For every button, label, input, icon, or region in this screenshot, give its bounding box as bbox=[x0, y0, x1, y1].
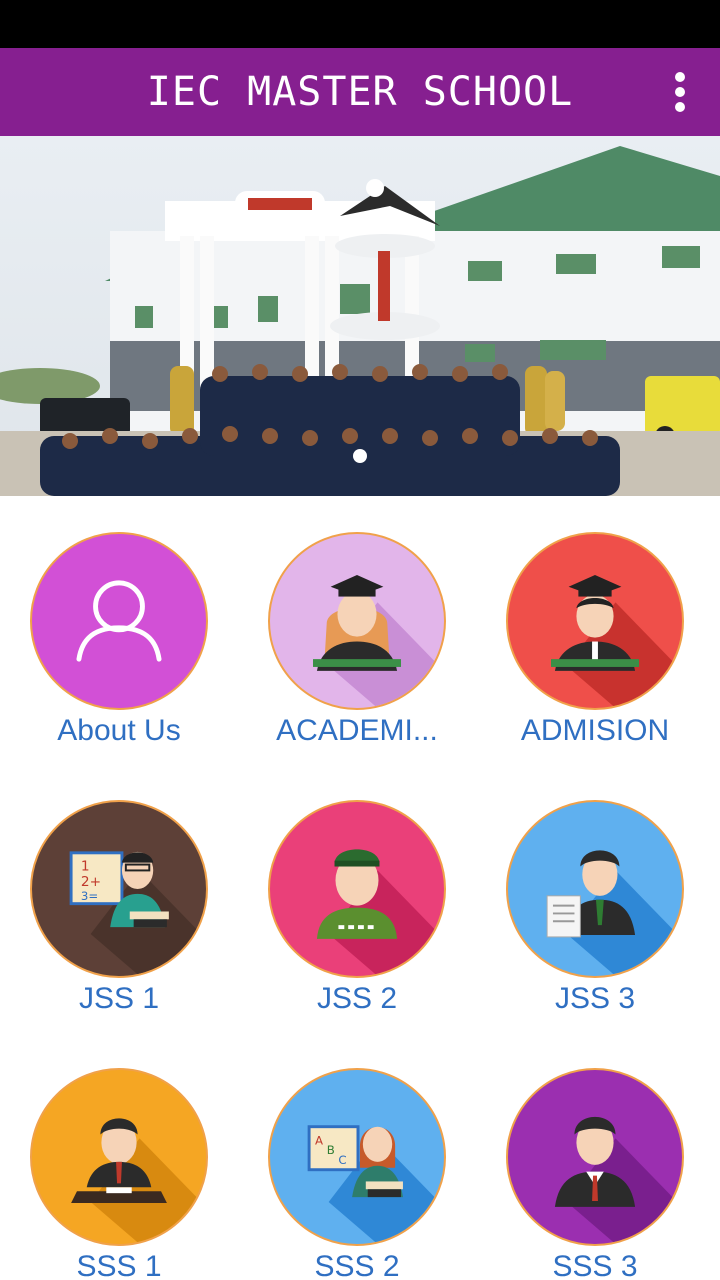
person-outline-icon bbox=[30, 532, 208, 710]
menu-item-jss-2[interactable]: JSS 2 bbox=[238, 764, 476, 1024]
menu-label: ACADEMI... bbox=[276, 714, 438, 747]
student-suit-icon bbox=[506, 1068, 684, 1246]
svg-text:1: 1 bbox=[81, 858, 90, 874]
menu-item-sss-1[interactable]: SSS 1 bbox=[0, 1032, 238, 1280]
student-desk-icon bbox=[30, 1068, 208, 1246]
banner-slider[interactable] bbox=[0, 136, 720, 496]
menu-item-admision[interactable]: ADMISION bbox=[476, 496, 714, 756]
slide-indicator[interactable] bbox=[353, 449, 367, 463]
svg-text:A: A bbox=[315, 1133, 323, 1147]
math-teacher-icon: 1 2+ 3= bbox=[30, 800, 208, 978]
svg-text:2+: 2+ bbox=[81, 874, 101, 890]
menu-item-jss-1[interactable]: 1 2+ 3= JSS 1 bbox=[0, 764, 238, 1024]
menu-item-sss-2[interactable]: A B C SSS 2 bbox=[238, 1032, 476, 1280]
menu-label: JSS 2 bbox=[316, 982, 398, 1015]
app-title: IEC MASTER SCHOOL bbox=[146, 69, 574, 115]
menu-item-jss-3[interactable]: JSS 3 bbox=[476, 764, 714, 1024]
status-bar bbox=[0, 0, 720, 48]
graduate-girl-icon bbox=[268, 532, 446, 710]
menu-label: JSS 1 bbox=[78, 982, 160, 1015]
menu-label: SSS 2 bbox=[314, 1250, 400, 1280]
menu-item-academics[interactable]: ACADEMI... bbox=[238, 496, 476, 756]
menu-label: SSS 1 bbox=[76, 1250, 162, 1280]
student-cap-icon bbox=[268, 800, 446, 978]
student-paper-icon bbox=[506, 800, 684, 978]
menu-item-sss-3[interactable]: SSS 3 bbox=[476, 1032, 714, 1280]
menu-label: About Us bbox=[57, 714, 181, 747]
more-vert-icon[interactable] bbox=[660, 66, 700, 118]
menu-label: SSS 3 bbox=[552, 1250, 638, 1280]
svg-text:3=: 3= bbox=[81, 889, 98, 903]
app-bar: IEC MASTER SCHOOL bbox=[0, 48, 720, 136]
menu-label: JSS 3 bbox=[554, 982, 636, 1015]
banner-image bbox=[0, 136, 720, 496]
menu-label: ADMISION bbox=[520, 714, 670, 747]
graduate-boy-icon bbox=[506, 532, 684, 710]
menu-item-about-us[interactable]: About Us bbox=[0, 496, 238, 756]
abc-teacher-icon: A B C bbox=[268, 1068, 446, 1246]
svg-text:C: C bbox=[338, 1153, 346, 1167]
svg-text:B: B bbox=[327, 1143, 335, 1157]
